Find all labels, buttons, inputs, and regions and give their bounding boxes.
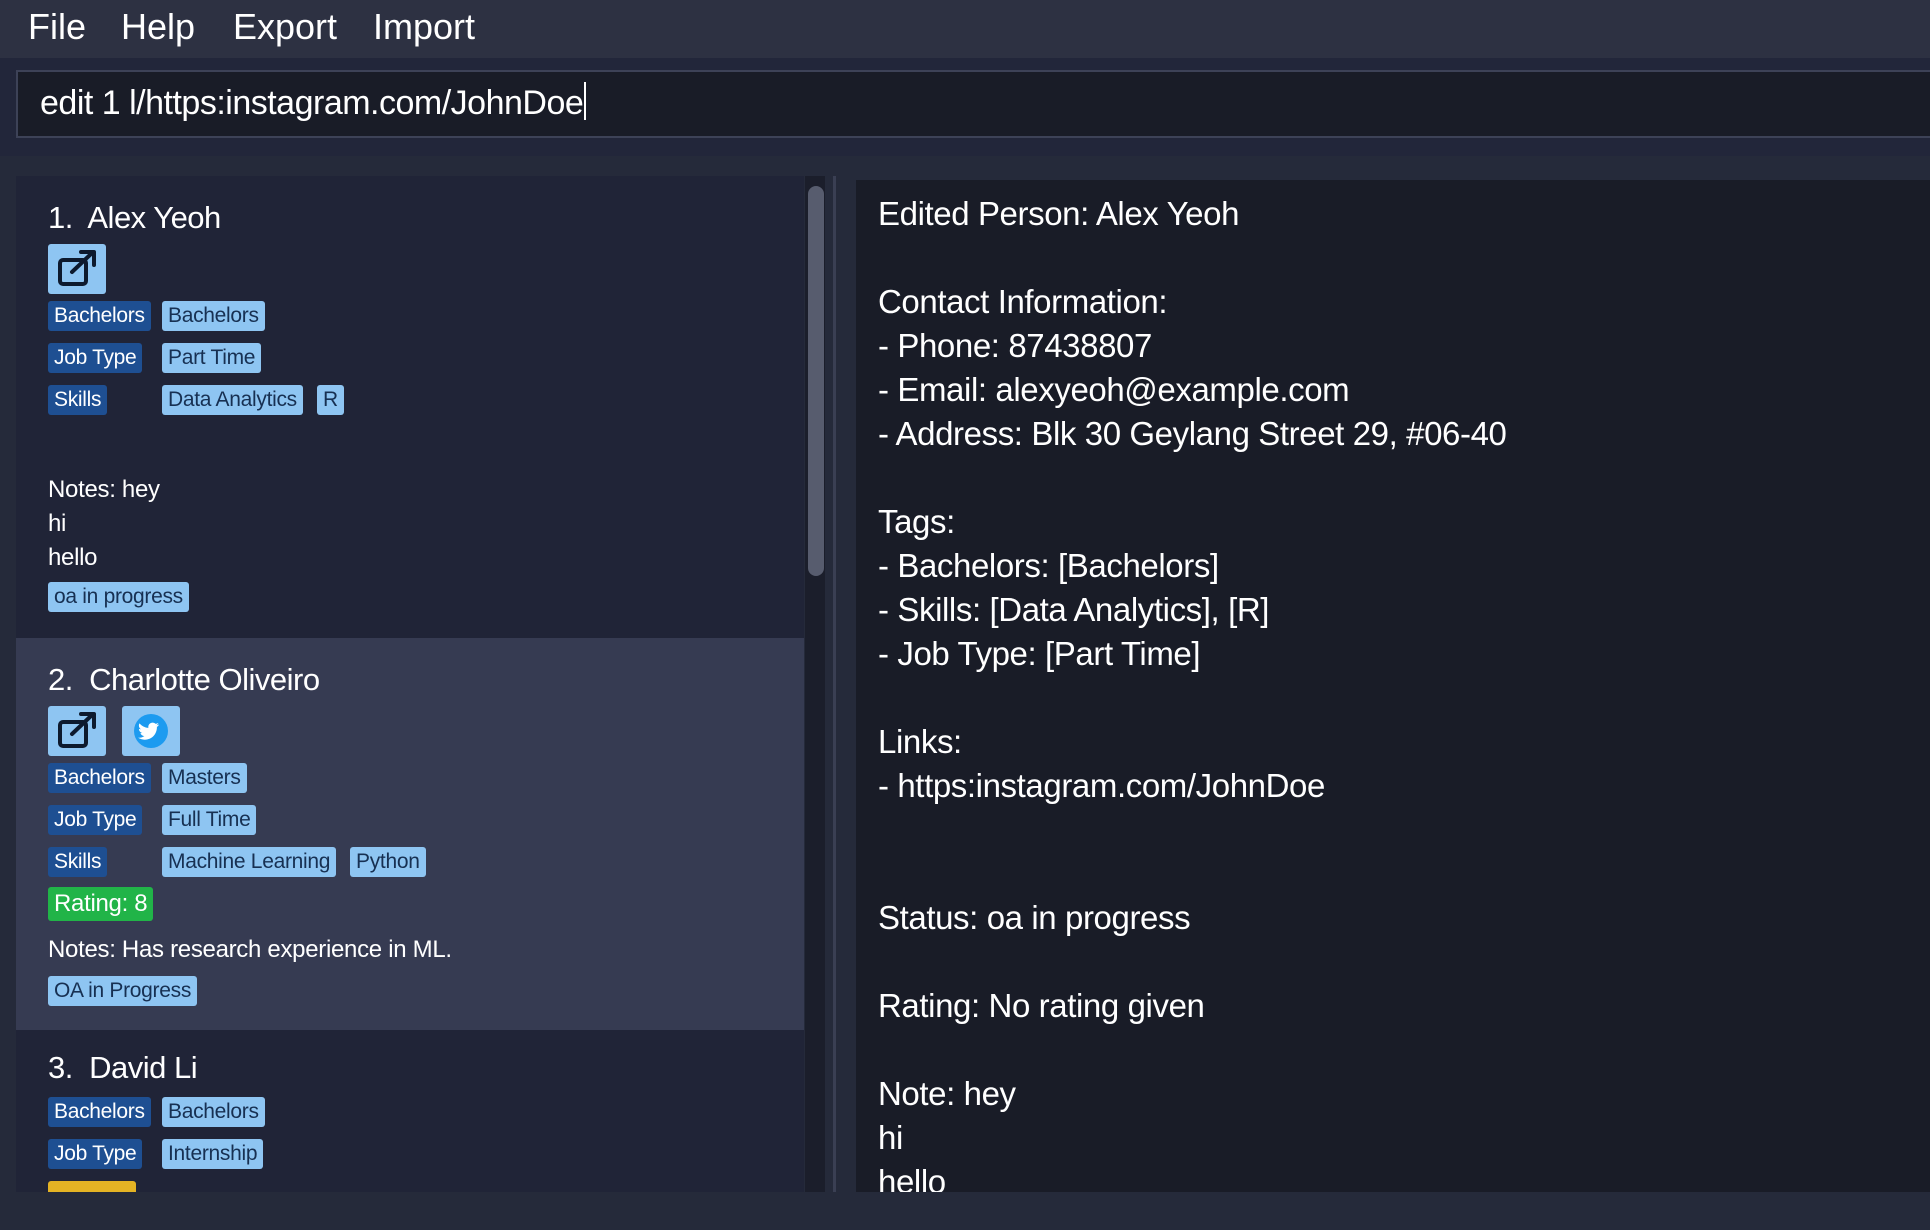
- tag-degree-label: Bachelors: [48, 301, 151, 331]
- menu-bar: File Help Export Import: [0, 0, 1930, 58]
- tag-skill: Machine Learning: [162, 847, 337, 877]
- tag-jobtype-value: Full Time: [162, 805, 257, 835]
- result-text: Edited Person: Alex Yeoh Contact Informa…: [878, 195, 1507, 1192]
- person-name: 3. David Li: [48, 1050, 198, 1085]
- command-area: edit 1 l/https:instagram.com/JohnDoe: [0, 58, 1930, 156]
- tag-jobtype-label: Job Type: [48, 343, 143, 373]
- tag-degree-value: Bachelors: [162, 301, 265, 331]
- tag-jobtype-value: Internship: [162, 1139, 264, 1169]
- tag-skill: R: [317, 385, 344, 415]
- twitter-icon[interactable]: [122, 706, 180, 756]
- notes-line: Notes: Has research experience in ML.: [48, 936, 452, 963]
- list-scrollbar[interactable]: [805, 176, 825, 1192]
- tag-degree-label: Bachelors: [48, 1097, 151, 1127]
- tag-skills-label: Skills: [48, 847, 108, 877]
- tag-skill: Data Analytics: [162, 385, 303, 415]
- person-list[interactable]: 1. Alex Yeoh Bachelors Bachelors Job Typ…: [16, 176, 804, 1192]
- scrollbar-thumb[interactable]: [808, 186, 824, 576]
- command-text: edit 1 l/https:instagram.com/JohnDoe: [40, 82, 587, 123]
- status-badge: oa in progress: [48, 582, 189, 612]
- tag-skills-label: Skills: [48, 385, 108, 415]
- tag-degree-value: Masters: [162, 763, 247, 793]
- notes-line: Notes: hey: [48, 476, 160, 503]
- menu-help[interactable]: Help: [121, 6, 195, 48]
- tag-degree-value: Bachelors: [162, 1097, 265, 1127]
- status-badge: OA in Progress: [48, 976, 198, 1006]
- person-name: 1. Alex Yeoh: [48, 200, 221, 235]
- person-card[interactable]: 3. David Li Bachelors Bachelors Job Type…: [16, 1030, 804, 1192]
- tag-degree-label: Bachelors: [48, 763, 151, 793]
- notes-line: hi: [48, 510, 67, 537]
- tag-jobtype-label: Job Type: [48, 805, 143, 835]
- panel-divider[interactable]: [833, 176, 836, 1192]
- tag-jobtype-value: Part Time: [162, 343, 262, 373]
- menu-import[interactable]: Import: [373, 6, 475, 48]
- person-card[interactable]: 1. Alex Yeoh Bachelors Bachelors Job Typ…: [16, 176, 804, 638]
- tag-skill: Python: [350, 847, 426, 877]
- text-caret: [584, 82, 587, 120]
- menu-file[interactable]: File: [28, 6, 86, 48]
- external-link-icon[interactable]: [48, 244, 106, 294]
- rating-badge: [48, 1181, 136, 1192]
- external-link-icon[interactable]: [48, 706, 106, 756]
- tag-jobtype-label: Job Type: [48, 1139, 143, 1169]
- command-input[interactable]: edit 1 l/https:instagram.com/JohnDoe: [16, 70, 1930, 138]
- notes-line: hello: [48, 544, 98, 571]
- person-name: 2. Charlotte Oliveiro: [48, 662, 320, 697]
- rating-badge: Rating: 8: [48, 887, 154, 921]
- result-display[interactable]: Edited Person: Alex Yeoh Contact Informa…: [856, 180, 1930, 1192]
- status-bar: [0, 1192, 1930, 1230]
- menu-export[interactable]: Export: [233, 6, 337, 48]
- person-card-selected[interactable]: 2. Charlotte Oliveiro Bachelors Masters …: [16, 638, 804, 1030]
